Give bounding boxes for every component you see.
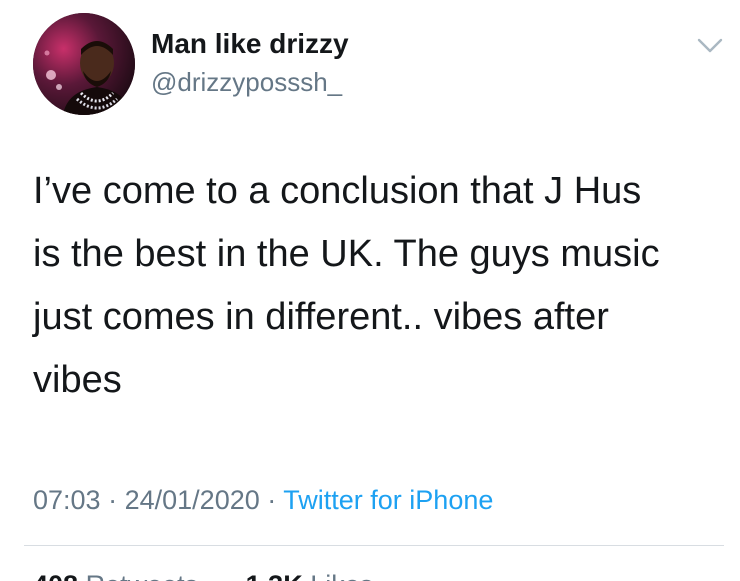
likes-count: 1.3K	[246, 570, 303, 581]
tweet-date: 24/01/2020	[124, 485, 260, 515]
meta-separator: ·	[108, 485, 118, 515]
meta-separator: ·	[267, 485, 277, 515]
likes-stat[interactable]: 1.3K Likes	[246, 567, 374, 581]
tweet-card: Man like drizzy @drizzyposssh_ I’ve come…	[0, 0, 740, 581]
avatar[interactable]	[33, 13, 135, 115]
retweets-count: 408	[33, 570, 78, 581]
avatar-image	[33, 13, 135, 115]
divider	[24, 545, 724, 546]
tweet-text: I’ve come to a conclusion that J Hus is …	[33, 170, 660, 401]
user-handle[interactable]: @drizzyposssh_	[151, 65, 342, 99]
tweet-source-link[interactable]: Twitter for iPhone	[283, 485, 493, 515]
likes-label: Likes	[310, 570, 373, 581]
retweets-label: Retweets	[86, 570, 199, 581]
chevron-down-icon[interactable]	[694, 34, 726, 58]
display-name[interactable]: Man like drizzy	[151, 26, 349, 62]
engagement-stats: 408 Retweets 1.3K Likes	[33, 567, 413, 581]
tweet-meta: 07:03 · 24/01/2020 · Twitter for iPhone	[33, 480, 493, 520]
retweets-stat[interactable]: 408 Retweets	[33, 567, 198, 581]
tweet-time: 07:03	[33, 485, 101, 515]
